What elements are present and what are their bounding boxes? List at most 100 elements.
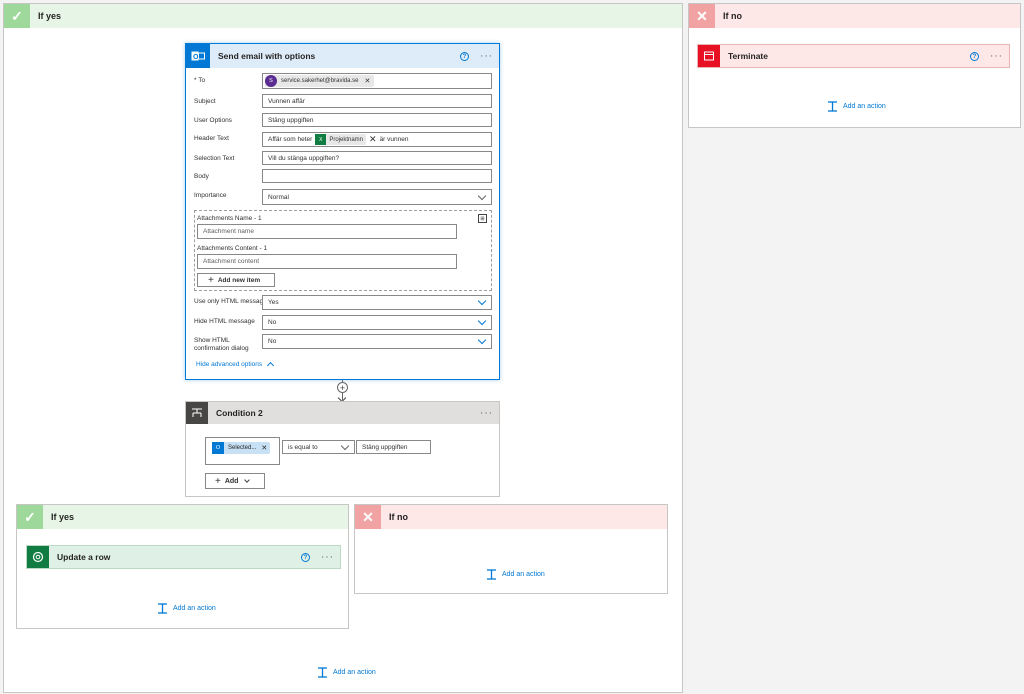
user-options-value: Stäng uppgiften <box>268 116 314 124</box>
inner-no-add-action[interactable]: Add an action <box>486 569 545 580</box>
hide-html-value: No <box>268 319 277 326</box>
hide-html-label: Hide HTML message <box>194 318 255 325</box>
selected-token-label: Selected... <box>228 445 257 451</box>
add-condition-button[interactable]: + Add <box>205 473 265 489</box>
remove-token-icon[interactable]: ✕ <box>369 134 377 145</box>
add-action-label: Add an action <box>502 571 545 578</box>
selected-token: O Selected... ✕ <box>212 442 271 454</box>
condition2-header[interactable]: Condition 2 <box>186 402 499 424</box>
help-icon[interactable]: ? <box>970 52 979 61</box>
condition-left-operand[interactable]: O Selected... ✕ <box>205 437 280 465</box>
avatar: S <box>265 75 277 87</box>
chevron-up-icon <box>267 361 275 370</box>
add-action-icon <box>318 667 327 678</box>
subject-label: Subject <box>194 98 216 105</box>
add-condition-label: Add <box>224 477 239 485</box>
close-icon: ✕ <box>355 505 381 529</box>
terminate-add-action[interactable]: Add an action <box>827 101 886 112</box>
attachment-icon[interactable]: ⊞ <box>478 214 487 223</box>
projektnamn-label: Projektnamn <box>329 136 364 143</box>
outer-yes-title: If yes <box>38 11 62 21</box>
outer-no-branch: ✕ If no Terminate ? ··· Add an action <box>688 3 1021 128</box>
terminate-card[interactable]: Terminate ? ··· <box>697 44 1010 68</box>
add-new-item-label: Add new item <box>217 276 261 284</box>
condition2-card: Condition 2 ··· O Selected... ✕ is equal… <box>185 401 500 497</box>
importance-label: Importance <box>194 192 227 199</box>
inner-no-header[interactable]: ✕ If no <box>355 505 667 529</box>
to-field[interactable]: S service.sakerhet@bravida.se ✕ <box>262 73 492 89</box>
body-label: Body <box>194 173 209 180</box>
add-action-label: Add an action <box>843 103 886 110</box>
checkmark-icon: ✓ <box>4 4 30 28</box>
subject-field[interactable]: Vunnen affär <box>262 94 492 108</box>
show-html-dropdown[interactable]: No <box>262 334 492 349</box>
importance-dropdown[interactable]: Normal <box>262 189 492 205</box>
remove-token-icon[interactable]: ✕ <box>261 444 267 452</box>
remove-token-icon[interactable]: ✕ <box>364 77 370 85</box>
chevron-down-icon <box>477 296 487 306</box>
attachment-content-field[interactable]: Attachment content <box>197 254 457 269</box>
add-action-icon <box>828 101 837 112</box>
condition-value: Stäng uppgiften <box>362 443 408 451</box>
outer-yes-header[interactable]: ✓ If yes <box>4 4 682 28</box>
checkmark-icon: ✓ <box>17 505 43 529</box>
chevron-down-icon <box>340 441 350 451</box>
more-options-icon[interactable]: ··· <box>480 408 493 419</box>
inner-yes-add-action[interactable]: Add an action <box>157 603 216 614</box>
user-options-label: User Options <box>194 117 232 124</box>
inner-yes-title: If yes <box>51 512 75 522</box>
more-options-icon[interactable]: ··· <box>480 51 493 62</box>
selection-text-field[interactable]: Vill du stänga uppgiften? <box>262 151 492 165</box>
body-field[interactable] <box>262 169 492 183</box>
header-text-prefix: Affär som heter <box>268 136 313 143</box>
terminate-title: Terminate <box>728 51 768 61</box>
add-new-item-button[interactable]: + Add new item <box>197 273 275 287</box>
importance-value: Normal <box>268 193 289 201</box>
dataverse-icon <box>27 546 49 568</box>
chevron-down-icon <box>244 477 251 483</box>
chevron-down-icon <box>477 335 487 345</box>
attachment-name-field[interactable]: Attachment name <box>197 224 457 239</box>
add-action-label: Add an action <box>333 669 376 676</box>
attachment-content-placeholder: Attachment content <box>203 258 260 265</box>
show-html-label-line1: Show HTML <box>194 337 230 344</box>
add-action-icon <box>487 569 496 580</box>
use-html-label: Use only HTML message <box>194 298 267 305</box>
excel-icon: X <box>315 134 327 145</box>
header-text-field[interactable]: Affär som heter X Projektnamn ✕ är vunne… <box>262 132 492 147</box>
more-options-icon[interactable]: ··· <box>990 51 1003 62</box>
condition-icon <box>186 402 208 424</box>
terminate-icon <box>698 45 720 67</box>
selection-text-label: Selection Text <box>194 155 235 162</box>
header-text-suffix: är vunnen <box>379 136 409 143</box>
hide-advanced-options-link[interactable]: Hide advanced options <box>196 360 275 370</box>
insert-step-plus-icon[interactable]: + <box>337 382 348 393</box>
use-html-dropdown[interactable]: Yes <box>262 295 492 310</box>
help-icon[interactable]: ? <box>460 52 469 61</box>
outer-yes-add-action[interactable]: Add an action <box>317 667 376 678</box>
operator-dropdown[interactable]: is equal to <box>282 440 355 454</box>
attachments-name-label: Attachments Name - 1 <box>197 215 262 222</box>
update-row-card[interactable]: Update a row ? ··· <box>26 545 341 569</box>
hide-advanced-label: Hide advanced options <box>196 360 263 368</box>
user-options-field[interactable]: Stäng uppgiften <box>262 113 492 127</box>
send-email-header[interactable]: O Send email with options <box>186 44 499 68</box>
to-label: * To <box>194 77 206 84</box>
projektnamn-token: X Projektnamn <box>315 134 367 145</box>
condition2-title: Condition 2 <box>216 408 263 418</box>
subject-value: Vunnen affär <box>268 97 305 105</box>
plus-icon: + <box>208 274 214 286</box>
svg-text:O: O <box>193 54 199 61</box>
plus-icon: + <box>215 475 221 487</box>
help-icon[interactable]: ? <box>301 553 310 562</box>
inner-yes-header[interactable]: ✓ If yes <box>17 505 348 529</box>
hide-html-dropdown[interactable]: No <box>262 315 492 330</box>
attachments-content-label: Attachments Content - 1 <box>197 245 268 252</box>
add-action-label: Add an action <box>173 605 216 612</box>
more-options-icon[interactable]: ··· <box>321 552 334 563</box>
inner-no-branch: ✕ If no Add an action <box>354 504 668 594</box>
attachments-box: ⊞ Attachments Name - 1 Attachment name A… <box>194 210 492 291</box>
condition-right-operand[interactable]: Stäng uppgiften <box>356 440 431 454</box>
chevron-down-icon <box>477 191 487 201</box>
outer-no-header[interactable]: ✕ If no <box>689 4 1020 28</box>
